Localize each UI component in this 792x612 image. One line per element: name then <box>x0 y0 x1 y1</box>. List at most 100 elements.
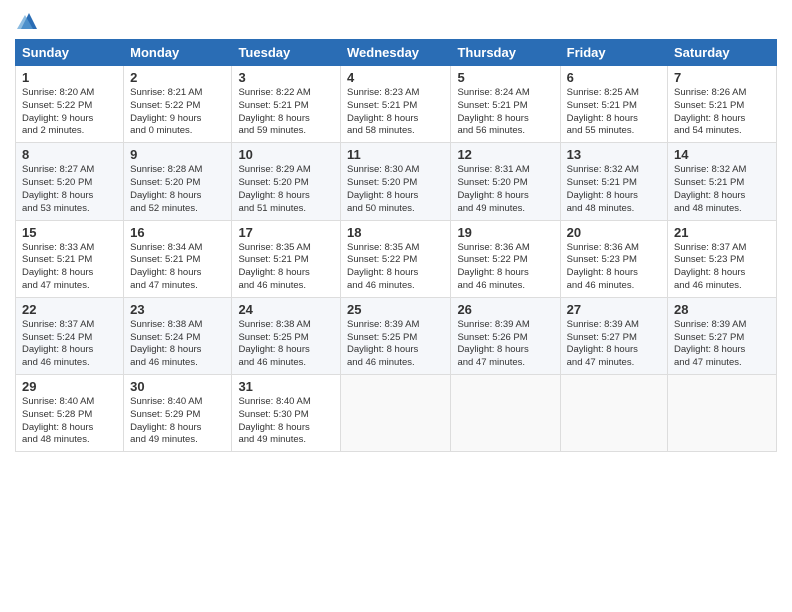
day-number: 26 <box>457 302 553 317</box>
calendar-cell <box>341 375 451 452</box>
day-info: Sunrise: 8:33 AM Sunset: 5:21 PM Dayligh… <box>22 242 117 293</box>
day-number: 25 <box>347 302 444 317</box>
calendar: SundayMondayTuesdayWednesdayThursdayFrid… <box>15 39 777 452</box>
day-info: Sunrise: 8:39 AM Sunset: 5:26 PM Dayligh… <box>457 319 553 370</box>
calendar-cell: 4 Sunrise: 8:23 AM Sunset: 5:21 PM Daylig… <box>341 66 451 143</box>
calendar-week-row: 15 Sunrise: 8:33 AM Sunset: 5:21 PM Dayli… <box>16 220 777 297</box>
day-info: Sunrise: 8:38 AM Sunset: 5:25 PM Dayligh… <box>238 319 334 370</box>
day-info: Sunrise: 8:28 AM Sunset: 5:20 PM Dayligh… <box>130 164 225 215</box>
calendar-cell: 18Sunrise: 8:35 AM Sunset: 5:22 PM Dayli… <box>341 220 451 297</box>
day-info: Sunrise: 8:24 AM Sunset: 5:21 PM Dayligh… <box>457 87 553 138</box>
day-info: Sunrise: 8:37 AM Sunset: 5:24 PM Dayligh… <box>22 319 117 370</box>
calendar-cell: 16 Sunrise: 8:34 AM Sunset: 5:21 PM Dayli… <box>124 220 232 297</box>
day-number: 28 <box>674 302 770 317</box>
col-header-monday: Monday <box>124 40 232 66</box>
col-header-tuesday: Tuesday <box>232 40 341 66</box>
day-number: 1 <box>22 70 117 85</box>
day-number: 22 <box>22 302 117 317</box>
calendar-cell: 21 Sunrise: 8:37 AM Sunset: 5:23 PM Dayli… <box>668 220 777 297</box>
calendar-cell <box>668 375 777 452</box>
calendar-cell: 8 Sunrise: 8:27 AM Sunset: 5:20 PM Daylig… <box>16 143 124 220</box>
calendar-cell: 20 Sunrise: 8:36 AM Sunset: 5:23 PM Dayli… <box>560 220 667 297</box>
calendar-cell: 24Sunrise: 8:38 AM Sunset: 5:25 PM Dayli… <box>232 297 341 374</box>
day-number: 18 <box>347 225 444 240</box>
day-number: 11 <box>347 147 444 162</box>
day-number: 6 <box>567 70 661 85</box>
day-info: Sunrise: 8:23 AM Sunset: 5:21 PM Dayligh… <box>347 87 444 138</box>
day-number: 14 <box>674 147 770 162</box>
col-header-saturday: Saturday <box>668 40 777 66</box>
day-info: Sunrise: 8:39 AM Sunset: 5:25 PM Dayligh… <box>347 319 444 370</box>
day-number: 7 <box>674 70 770 85</box>
calendar-week-row: 29 Sunrise: 8:40 AM Sunset: 5:28 PM Dayli… <box>16 375 777 452</box>
calendar-cell: 17 Sunrise: 8:35 AM Sunset: 5:21 PM Dayli… <box>232 220 341 297</box>
col-header-thursday: Thursday <box>451 40 560 66</box>
calendar-cell: 5 Sunrise: 8:24 AM Sunset: 5:21 PM Daylig… <box>451 66 560 143</box>
calendar-cell: 29 Sunrise: 8:40 AM Sunset: 5:28 PM Dayli… <box>16 375 124 452</box>
calendar-cell: 30Sunrise: 8:40 AM Sunset: 5:29 PM Dayli… <box>124 375 232 452</box>
calendar-cell: 27 Sunrise: 8:39 AM Sunset: 5:27 PM Dayli… <box>560 297 667 374</box>
calendar-cell: 6 Sunrise: 8:25 AM Sunset: 5:21 PM Daylig… <box>560 66 667 143</box>
day-info: Sunrise: 8:26 AM Sunset: 5:21 PM Dayligh… <box>674 87 770 138</box>
day-number: 3 <box>238 70 334 85</box>
day-number: 20 <box>567 225 661 240</box>
calendar-cell: 19Sunrise: 8:36 AM Sunset: 5:22 PM Dayli… <box>451 220 560 297</box>
day-number: 15 <box>22 225 117 240</box>
day-number: 5 <box>457 70 553 85</box>
calendar-cell: 25 Sunrise: 8:39 AM Sunset: 5:25 PM Dayli… <box>341 297 451 374</box>
calendar-cell: 23Sunrise: 8:38 AM Sunset: 5:24 PM Dayli… <box>124 297 232 374</box>
day-info: Sunrise: 8:27 AM Sunset: 5:20 PM Dayligh… <box>22 164 117 215</box>
day-info: Sunrise: 8:39 AM Sunset: 5:27 PM Dayligh… <box>567 319 661 370</box>
day-number: 12 <box>457 147 553 162</box>
day-number: 9 <box>130 147 225 162</box>
calendar-cell: 28 Sunrise: 8:39 AM Sunset: 5:27 PM Dayli… <box>668 297 777 374</box>
calendar-cell: 10Sunrise: 8:29 AM Sunset: 5:20 PM Dayli… <box>232 143 341 220</box>
day-info: Sunrise: 8:29 AM Sunset: 5:20 PM Dayligh… <box>238 164 334 215</box>
day-number: 17 <box>238 225 334 240</box>
calendar-cell <box>451 375 560 452</box>
day-info: Sunrise: 8:40 AM Sunset: 5:30 PM Dayligh… <box>238 396 334 447</box>
day-number: 13 <box>567 147 661 162</box>
day-info: Sunrise: 8:35 AM Sunset: 5:21 PM Dayligh… <box>238 242 334 293</box>
calendar-cell: 11 Sunrise: 8:30 AM Sunset: 5:20 PM Dayli… <box>341 143 451 220</box>
day-info: Sunrise: 8:34 AM Sunset: 5:21 PM Dayligh… <box>130 242 225 293</box>
day-number: 27 <box>567 302 661 317</box>
day-info: Sunrise: 8:36 AM Sunset: 5:23 PM Dayligh… <box>567 242 661 293</box>
col-header-wednesday: Wednesday <box>341 40 451 66</box>
calendar-week-row: 1 Sunrise: 8:20 AM Sunset: 5:22 PM Daylig… <box>16 66 777 143</box>
day-info: Sunrise: 8:39 AM Sunset: 5:27 PM Dayligh… <box>674 319 770 370</box>
calendar-cell: 2Sunrise: 8:21 AM Sunset: 5:22 PM Daylig… <box>124 66 232 143</box>
day-info: Sunrise: 8:40 AM Sunset: 5:28 PM Dayligh… <box>22 396 117 447</box>
calendar-cell: 1 Sunrise: 8:20 AM Sunset: 5:22 PM Daylig… <box>16 66 124 143</box>
day-number: 4 <box>347 70 444 85</box>
col-header-sunday: Sunday <box>16 40 124 66</box>
day-info: Sunrise: 8:30 AM Sunset: 5:20 PM Dayligh… <box>347 164 444 215</box>
calendar-cell: 14 Sunrise: 8:32 AM Sunset: 5:21 PM Dayli… <box>668 143 777 220</box>
day-number: 16 <box>130 225 225 240</box>
day-number: 19 <box>457 225 553 240</box>
calendar-cell <box>560 375 667 452</box>
calendar-cell: 31Sunrise: 8:40 AM Sunset: 5:30 PM Dayli… <box>232 375 341 452</box>
day-info: Sunrise: 8:21 AM Sunset: 5:22 PM Dayligh… <box>130 87 225 138</box>
day-number: 21 <box>674 225 770 240</box>
logo-icon <box>17 11 41 31</box>
day-number: 29 <box>22 379 117 394</box>
day-number: 23 <box>130 302 225 317</box>
day-number: 30 <box>130 379 225 394</box>
calendar-week-row: 22 Sunrise: 8:37 AM Sunset: 5:24 PM Dayli… <box>16 297 777 374</box>
calendar-cell: 9 Sunrise: 8:28 AM Sunset: 5:20 PM Daylig… <box>124 143 232 220</box>
day-info: Sunrise: 8:31 AM Sunset: 5:20 PM Dayligh… <box>457 164 553 215</box>
calendar-cell: 26 Sunrise: 8:39 AM Sunset: 5:26 PM Dayli… <box>451 297 560 374</box>
day-number: 8 <box>22 147 117 162</box>
day-info: Sunrise: 8:20 AM Sunset: 5:22 PM Dayligh… <box>22 87 117 138</box>
day-info: Sunrise: 8:32 AM Sunset: 5:21 PM Dayligh… <box>674 164 770 215</box>
calendar-cell: 13 Sunrise: 8:32 AM Sunset: 5:21 PM Dayli… <box>560 143 667 220</box>
calendar-cell: 3 Sunrise: 8:22 AM Sunset: 5:21 PM Daylig… <box>232 66 341 143</box>
day-info: Sunrise: 8:25 AM Sunset: 5:21 PM Dayligh… <box>567 87 661 138</box>
day-info: Sunrise: 8:37 AM Sunset: 5:23 PM Dayligh… <box>674 242 770 293</box>
calendar-cell: 7 Sunrise: 8:26 AM Sunset: 5:21 PM Daylig… <box>668 66 777 143</box>
col-header-friday: Friday <box>560 40 667 66</box>
calendar-cell: 22 Sunrise: 8:37 AM Sunset: 5:24 PM Dayli… <box>16 297 124 374</box>
day-info: Sunrise: 8:32 AM Sunset: 5:21 PM Dayligh… <box>567 164 661 215</box>
day-info: Sunrise: 8:22 AM Sunset: 5:21 PM Dayligh… <box>238 87 334 138</box>
